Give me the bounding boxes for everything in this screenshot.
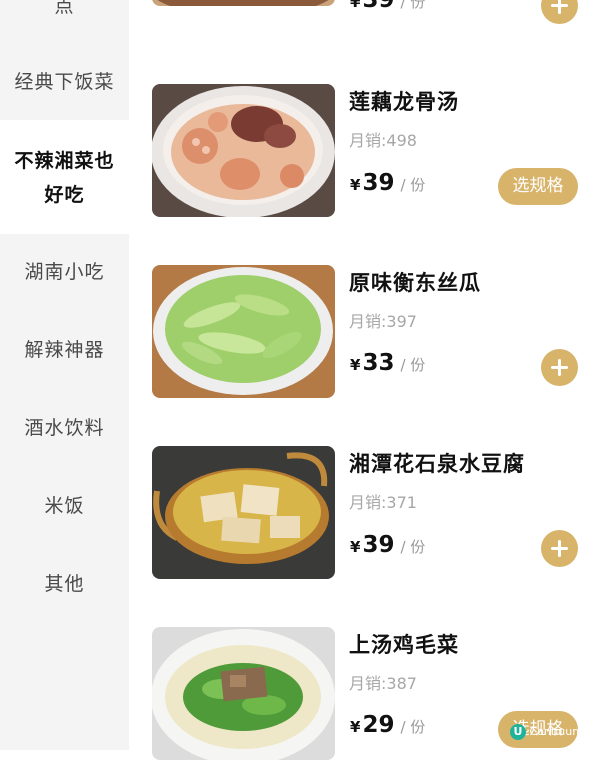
dish-name[interactable]: 上汤鸡毛菜 <box>349 629 459 659</box>
add-to-cart-button-partial[interactable] <box>541 0 578 24</box>
sidebar-item-others[interactable]: 其他 <box>0 570 129 598</box>
sidebar-corner-top <box>0 104 129 120</box>
category-sidebar: 点 经典下饭菜 不辣湘菜也 好吃 湖南小吃 解辣神器 酒水饮料 米饭 其他 <box>0 0 129 750</box>
watermark-logo-icon: U <box>510 724 526 740</box>
sidebar-item-partial[interactable]: 点 <box>0 0 129 20</box>
sidebar-item-classic-rice-dishes[interactable]: 经典下饭菜 <box>0 68 129 96</box>
dish-monthly-sales: 月销:387 <box>349 674 417 693</box>
watermark-text: Contiuum <box>529 725 583 738</box>
dish-monthly-sales: 月销:397 <box>349 312 417 331</box>
select-spec-button[interactable]: 选规格 <box>498 168 578 205</box>
dish-name[interactable]: 莲藕龙骨汤 <box>349 86 459 116</box>
dish-name[interactable]: 湘潭花石泉水豆腐 <box>349 448 525 478</box>
dish-image-lotus-soup[interactable] <box>152 84 335 217</box>
dish-monthly-sales: 月销:371 <box>349 493 417 512</box>
dish-price: ¥39/ 份 <box>350 170 426 196</box>
sidebar-item-label-line1: 不辣湘菜也 <box>14 150 115 172</box>
sidebar-item-hunan-snacks[interactable]: 湖南小吃 <box>0 258 129 286</box>
add-to-cart-button[interactable] <box>541 349 578 386</box>
add-to-cart-button[interactable] <box>541 530 578 567</box>
dish-image-tofu[interactable] <box>152 446 335 579</box>
dish-image-luffa[interactable] <box>152 265 335 398</box>
dish-monthly-sales: 月销:498 <box>349 131 417 150</box>
watermark: U Contiuum <box>510 724 590 744</box>
dish-image-partial[interactable] <box>152 0 335 6</box>
dish-name[interactable]: 原味衡东丝瓜 <box>349 267 481 297</box>
sidebar-item-drinks[interactable]: 酒水饮料 <box>0 414 129 442</box>
dish-price: ¥33/ 份 <box>350 350 426 376</box>
dish-image-greens-soup[interactable] <box>152 627 335 760</box>
sidebar-item-label-line2: 好吃 <box>44 184 85 206</box>
sidebar-item-non-spicy-hunan[interactable]: 不辣湘菜也 好吃 <box>0 120 129 234</box>
dish-price: ¥39/ 份 <box>350 532 426 558</box>
dish-price: ¥29/ 份 <box>350 712 426 738</box>
dish-price-partial: ¥39/ 份 <box>350 0 426 13</box>
sidebar-item-spice-relief[interactable]: 解辣神器 <box>0 336 129 364</box>
sidebar-item-rice[interactable]: 米饭 <box>0 492 129 520</box>
sidebar-corner-bottom <box>0 234 129 250</box>
